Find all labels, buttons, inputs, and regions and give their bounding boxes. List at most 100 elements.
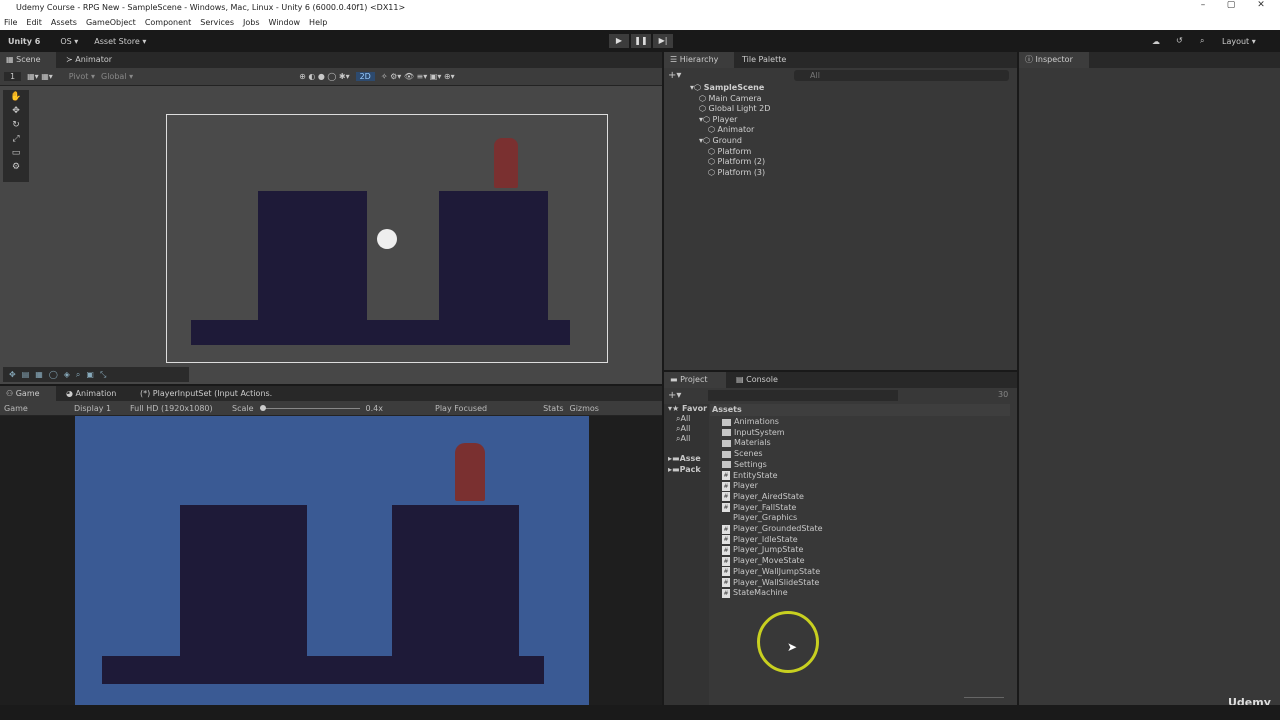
menu-services[interactable]: Services: [200, 15, 234, 30]
folder-item[interactable]: InputSystem: [722, 428, 785, 438]
menu-file[interactable]: File: [4, 15, 17, 30]
tile-tools[interactable]: ✥▤▦◯◈⌕▣⤡: [3, 367, 189, 382]
stats-button[interactable]: Stats: [543, 404, 563, 413]
tab-inspector[interactable]: ⓘ Inspector: [1019, 52, 1089, 68]
script-item[interactable]: # Player_FallState: [722, 503, 796, 513]
script-item[interactable]: Player_Graphics: [722, 513, 797, 523]
hierarchy-item[interactable]: ⬡ Main Camera: [699, 94, 762, 104]
2d-toggle[interactable]: 2D: [355, 72, 375, 81]
menu-help[interactable]: Help: [309, 15, 327, 30]
hierarchy-item[interactable]: ⬡ Global Light 2D: [699, 104, 770, 114]
play-focused-dropdown[interactable]: Play Focused: [435, 404, 487, 413]
minimize-button[interactable]: –: [1190, 0, 1216, 15]
script-item[interactable]: # StateMachine: [722, 588, 788, 598]
scale-slider[interactable]: [259, 404, 360, 411]
step-button[interactable]: ▶|: [653, 34, 673, 48]
light-gizmo-icon[interactable]: [377, 229, 397, 249]
tab-label: Scene: [16, 55, 41, 64]
icon-size-slider[interactable]: [964, 697, 1004, 698]
gizmos-dropdown[interactable]: Gizmos: [570, 404, 599, 413]
assets-root-item[interactable]: ▸▬Asse: [668, 454, 701, 463]
tab-console[interactable]: ▤ Console: [730, 372, 784, 388]
script-item[interactable]: # Player_IdleState: [722, 535, 798, 545]
game-view[interactable]: [0, 416, 662, 705]
asset-label: Player: [733, 481, 758, 491]
favorites-item[interactable]: ▾★ Favor: [668, 404, 707, 413]
hierarchy-item-label: Ground: [712, 136, 742, 145]
hierarchy-item[interactable]: ▾⬡ SampleScene: [690, 83, 764, 93]
favorite-search-item[interactable]: ⌕All: [676, 414, 690, 424]
menu-component[interactable]: Component: [145, 15, 191, 30]
hierarchy-item[interactable]: ▾⬡ Ground: [699, 136, 742, 146]
script-item[interactable]: # Player_JumpState: [722, 545, 803, 555]
hierarchy-item[interactable]: ⬡ Platform (3): [708, 168, 765, 178]
search-icon[interactable]: ⌕: [1200, 36, 1204, 46]
folder-item[interactable]: Animations: [722, 417, 779, 427]
hierarchy-item[interactable]: ▾⬡ Player: [699, 115, 737, 125]
cloud-icon[interactable]: ☁: [1152, 37, 1160, 46]
hierarchy-item[interactable]: ⬡ Animator: [708, 125, 754, 135]
gameobject-icon: ▾⬡: [690, 83, 704, 92]
title-bar: Udemy Course - RPG New - SampleScene - W…: [0, 0, 1280, 15]
global-dropdown[interactable]: Global ▾: [101, 72, 133, 81]
player-sprite[interactable]: [494, 138, 518, 188]
add-asset-button[interactable]: +▾: [668, 390, 681, 401]
grid-snap-icon[interactable]: ▦▾ ▦▾: [27, 72, 53, 81]
layout-dropdown[interactable]: Layout ▾: [1222, 37, 1256, 46]
play-button[interactable]: ▶: [609, 34, 629, 48]
os-dropdown[interactable]: OS ▾: [60, 37, 78, 46]
folder-item[interactable]: Materials: [722, 438, 771, 448]
script-item[interactable]: # Player_MoveState: [722, 556, 805, 566]
account-button[interactable]: Unity 6: [8, 37, 40, 46]
folder-item[interactable]: Scenes: [722, 449, 763, 459]
script-item[interactable]: # EntityState: [722, 471, 778, 481]
asset-store-dropdown[interactable]: Asset Store ▾: [94, 37, 146, 46]
packages-root-item[interactable]: ▸▬Pack: [668, 465, 701, 474]
project-search-input[interactable]: [708, 390, 898, 401]
transform-tools[interactable]: ✋ ✥ ↻ ⤢ ▭ ⚙: [3, 90, 29, 182]
tab-input-actions[interactable]: (*) PlayerInputSet (Input Actions.: [134, 386, 278, 402]
tab-hierarchy[interactable]: ☰ Hierarchy: [664, 52, 734, 68]
menu-window[interactable]: Window: [269, 15, 301, 30]
hierarchy-item[interactable]: ⬡ Platform: [708, 147, 751, 157]
tab-animation[interactable]: ◕ Animation: [60, 386, 122, 402]
scene-view-options-icon[interactable]: ✧ ⚙▾ 👁 ≡▾ ▣▾ ⊕▾: [381, 72, 455, 81]
tab-tile-palette[interactable]: Tile Palette: [736, 52, 792, 68]
tab-label: Animator: [75, 55, 113, 64]
tab-scene[interactable]: ▦ Scene: [0, 52, 56, 68]
hierarchy-search-input[interactable]: All: [794, 70, 1009, 81]
favorite-search-item[interactable]: ⌕All: [676, 424, 690, 434]
gameobject-icon: ⬡: [708, 146, 718, 156]
tab-project[interactable]: ▬ Project: [664, 372, 726, 388]
add-button[interactable]: +▾: [668, 70, 681, 81]
resolution-dropdown[interactable]: Full HD (1920x1080): [130, 404, 226, 413]
layer-field[interactable]: 1: [4, 72, 22, 81]
tab-animator[interactable]: ≻ Animator: [60, 52, 118, 68]
game-view-dropdown[interactable]: Game: [4, 404, 60, 413]
hierarchy-item[interactable]: ⬡ Platform (2): [708, 157, 765, 167]
script-item[interactable]: # Player: [722, 481, 758, 491]
scale-slider-handle[interactable]: [259, 404, 266, 411]
hierarchy-item-label: Player: [712, 114, 738, 124]
menu-edit[interactable]: Edit: [26, 15, 42, 30]
menu-assets[interactable]: Assets: [51, 15, 77, 30]
menu-gameobject[interactable]: GameObject: [86, 15, 136, 30]
script-icon: #: [722, 481, 730, 491]
pivot-dropdown[interactable]: Pivot ▾: [69, 72, 95, 81]
scene-view[interactable]: ✋ ✥ ↻ ⤢ ▭ ⚙ ✥▤▦◯◈⌕▣⤡: [0, 86, 662, 384]
tab-game[interactable]: ⚇ Game: [0, 386, 56, 402]
gizmo-tools-icon[interactable]: ⊕ ◐ ● ◯ ✱▾: [299, 72, 350, 81]
script-icon: #: [722, 545, 730, 555]
pause-button[interactable]: ❚❚: [631, 34, 651, 48]
favorite-search-item[interactable]: ⌕All: [676, 434, 690, 444]
script-item[interactable]: # Player_AiredState: [722, 492, 804, 502]
script-item[interactable]: # Player_WallJumpState: [722, 567, 820, 577]
menu-jobs[interactable]: Jobs: [243, 15, 260, 30]
script-item[interactable]: # Player_WallSlideState: [722, 578, 819, 588]
maximize-button[interactable]: ▢: [1218, 0, 1244, 15]
close-button[interactable]: ✕: [1248, 0, 1274, 15]
script-item[interactable]: # Player_GroundedState: [722, 524, 823, 534]
history-icon[interactable]: ↺: [1176, 36, 1183, 45]
folder-item[interactable]: Settings: [722, 460, 767, 470]
display-dropdown[interactable]: Display 1: [74, 404, 124, 413]
